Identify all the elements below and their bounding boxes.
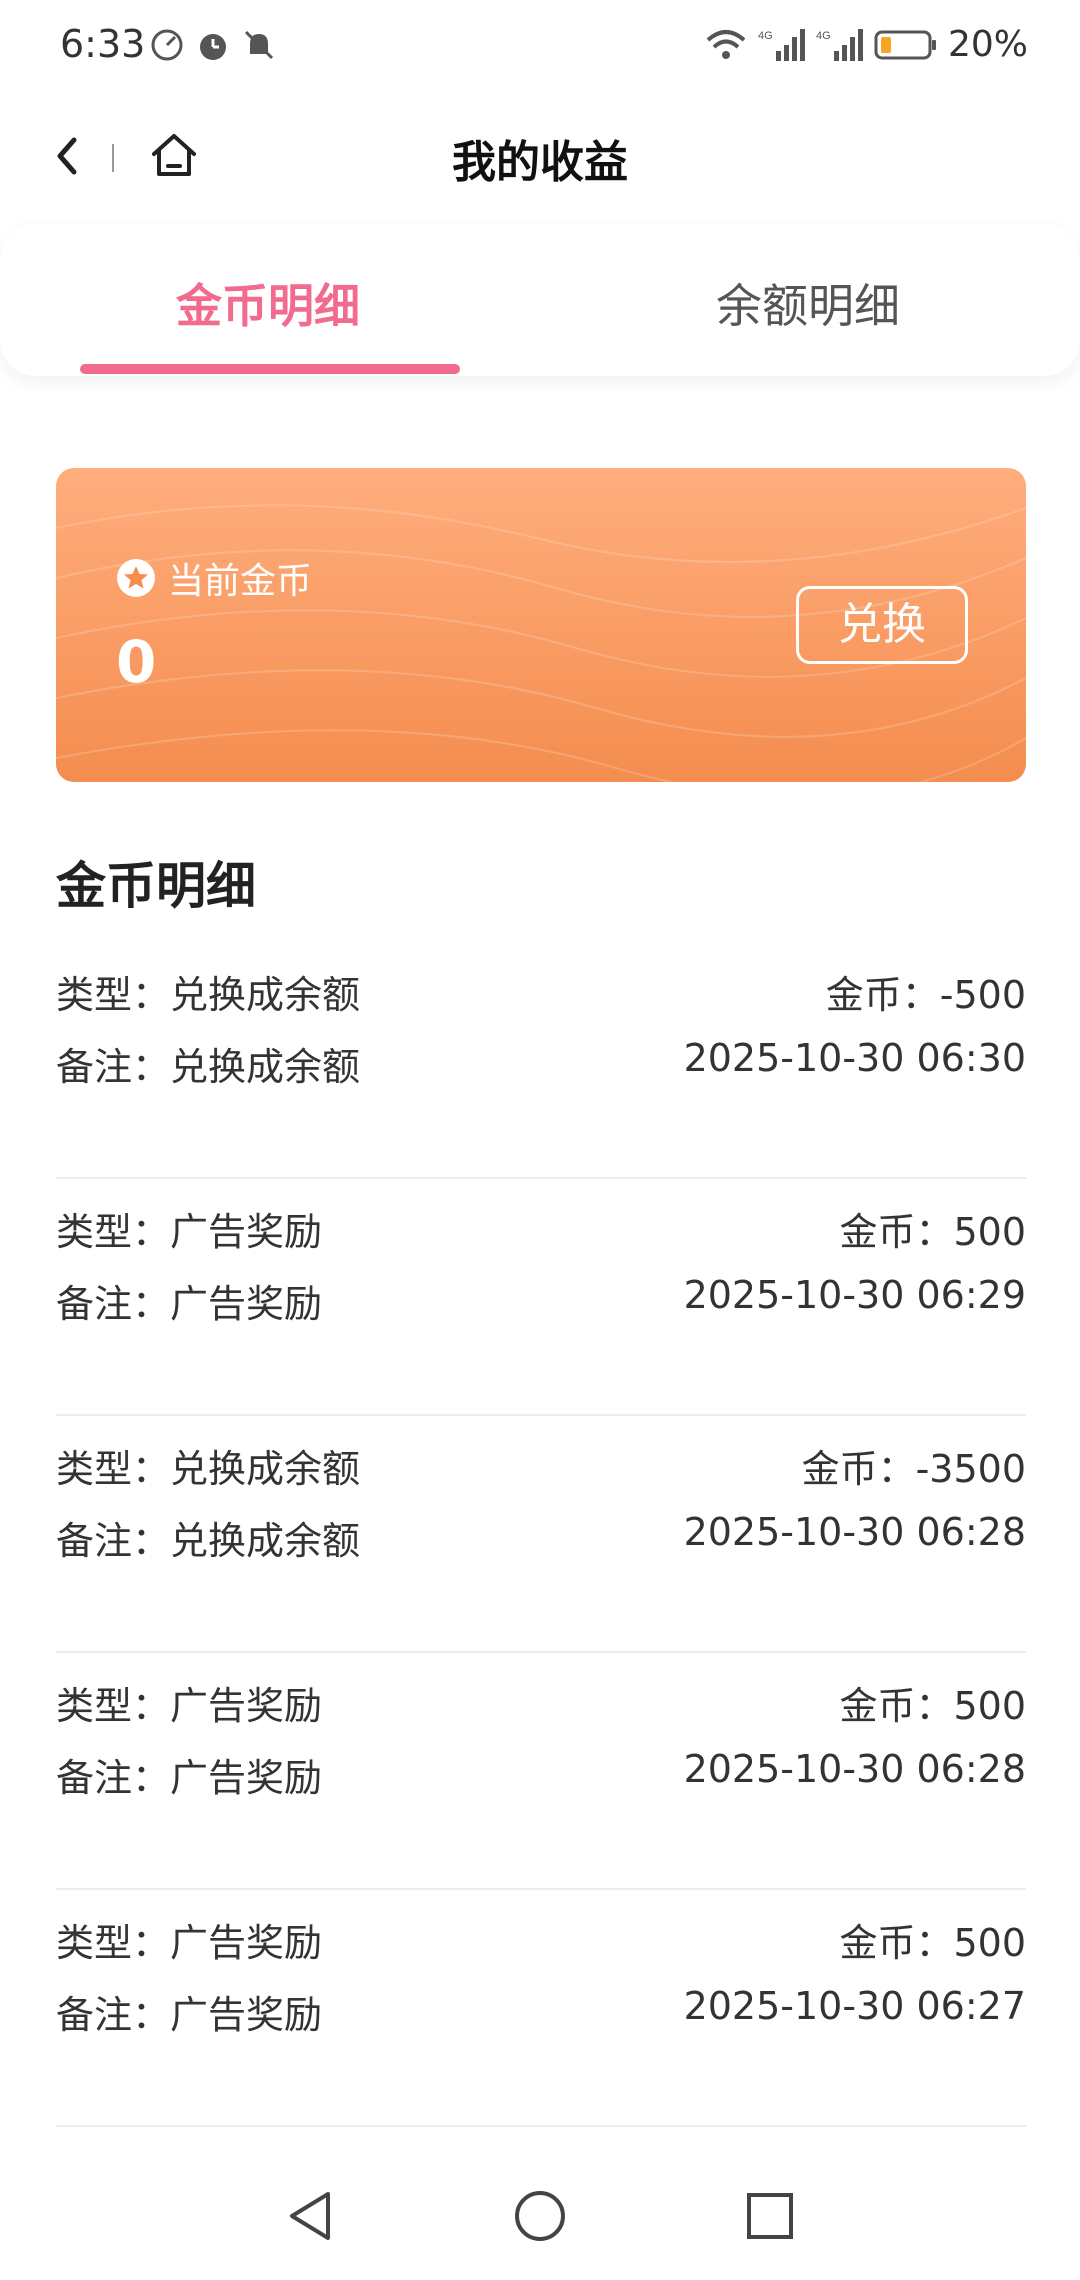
tab-balance-details[interactable]: 余额明细 (716, 270, 900, 336)
record-note: 备注：兑换成余额 (56, 1519, 361, 1563)
list-item: 类型：广告奖励 金币：500 备注：广告奖励 2025-10-30 06:27 (56, 1890, 1026, 2127)
app-header: 我的收益 (0, 110, 1080, 206)
record-coins: 金币：-3500 (801, 1447, 1026, 1491)
record-time: 2025-10-30 06:30 (683, 1036, 1026, 1080)
record-coins: 金币：500 (839, 1684, 1026, 1728)
coin-records-list: 类型：兑换成余额 金币：-500 备注：兑换成余额 2025-10-30 06:… (56, 942, 1026, 2127)
record-type: 类型：兑换成余额 (56, 973, 361, 1017)
active-tab-indicator (80, 364, 460, 374)
nav-home-button[interactable] (510, 2186, 570, 2246)
current-coins-label: 当前金币 (168, 561, 313, 602)
list-item: 类型：广告奖励 金币：500 备注：广告奖励 2025-10-30 06:28 (56, 1653, 1026, 1890)
battery-percentage: 20% (947, 24, 1028, 65)
star-circle-icon (117, 559, 155, 597)
record-coins: 金币：500 (839, 1210, 1026, 1254)
status-right: 4G 4G 20% (704, 24, 1028, 65)
tab-bar: 金币明细 余额明细 (0, 224, 1080, 376)
coin-balance-card: 当前金币 0 兑换 (56, 468, 1026, 782)
current-coins-value: 0 (116, 628, 157, 696)
section-title: 金币明细 (56, 857, 256, 915)
list-item: 类型：广告奖励 金币：500 备注：广告奖励 2025-10-30 06:29 (56, 1179, 1026, 1416)
system-nav-bar (0, 2170, 1080, 2280)
alarm-icon (194, 26, 232, 64)
battery-icon (874, 30, 936, 59)
record-time: 2025-10-30 06:28 (683, 1510, 1026, 1554)
mute-icon (240, 26, 278, 64)
record-note: 备注：兑换成余额 (56, 1045, 361, 1089)
signal-icon: 4G (758, 28, 805, 61)
network-label: 4G (758, 30, 773, 42)
record-note: 备注：广告奖励 (56, 1756, 323, 1800)
record-coins: 金币：500 (839, 1921, 1026, 1965)
svg-text:4G: 4G (816, 30, 831, 42)
status-bar: 6:33 4G 4G 20% (0, 0, 1080, 96)
nav-back-button[interactable] (280, 2186, 340, 2246)
record-coins: 金币：-500 (825, 973, 1026, 1017)
speed-icon (148, 26, 186, 64)
status-time: 6:33 (60, 22, 146, 66)
record-note: 备注：广告奖励 (56, 1993, 323, 2037)
wifi-icon (706, 29, 746, 59)
record-type: 类型：广告奖励 (56, 1921, 323, 1965)
square-recent-icon (747, 2193, 793, 2239)
page-title: 我的收益 (452, 137, 628, 188)
exchange-button[interactable]: 兑换 (796, 586, 968, 664)
card-label-row: 当前金币 (116, 552, 312, 604)
record-note: 备注：广告奖励 (56, 1282, 323, 1326)
list-item: 类型：兑换成余额 金币：-500 备注：兑换成余额 2025-10-30 06:… (56, 942, 1026, 1179)
list-item: 类型：兑换成余额 金币：-3500 备注：兑换成余额 2025-10-30 06… (56, 1416, 1026, 1653)
record-time: 2025-10-30 06:27 (683, 1984, 1026, 2028)
tab-coin-details[interactable]: 金币明细 (176, 270, 360, 336)
record-type: 类型：兑换成余额 (56, 1447, 361, 1491)
record-type: 类型：广告奖励 (56, 1684, 323, 1728)
nav-recent-button[interactable] (740, 2186, 800, 2246)
signal-icon-2: 4G (816, 28, 863, 61)
triangle-back-icon (290, 2192, 330, 2240)
status-left-icons (148, 26, 278, 64)
record-time: 2025-10-30 06:29 (683, 1273, 1026, 1317)
circle-home-icon (515, 2191, 565, 2241)
record-type: 类型：广告奖励 (56, 1210, 323, 1254)
record-time: 2025-10-30 06:28 (683, 1747, 1026, 1791)
